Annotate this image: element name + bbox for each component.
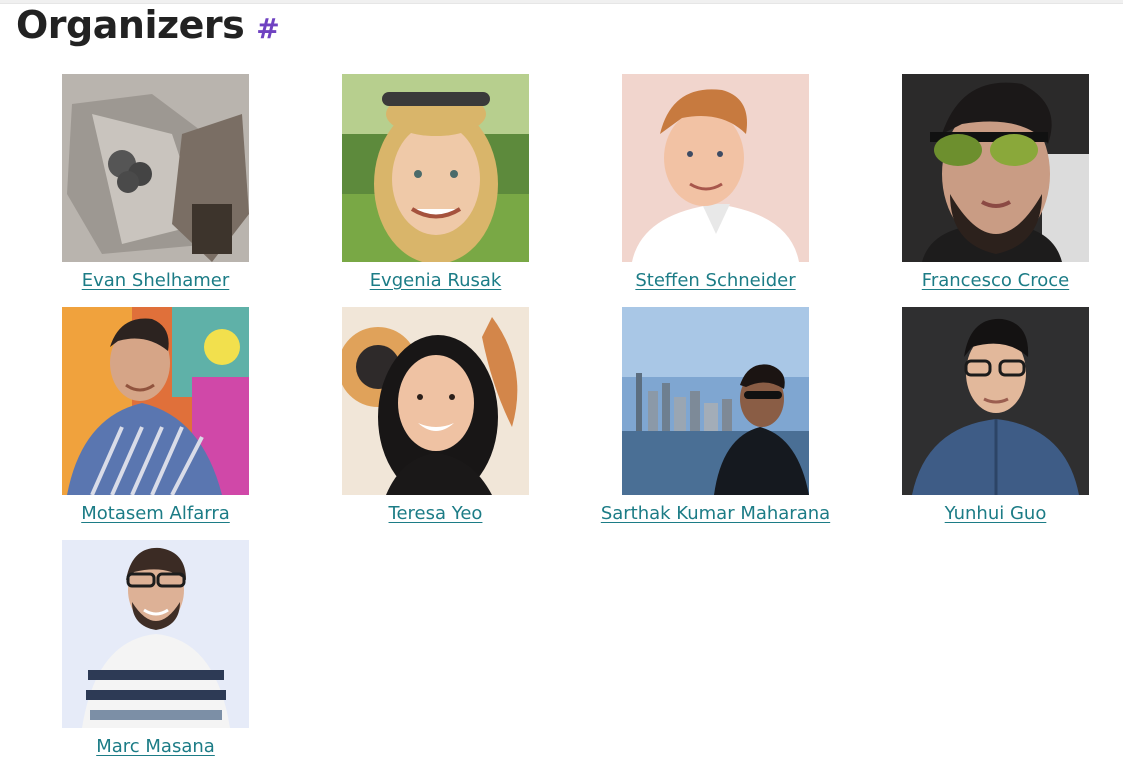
- photo-image: [622, 307, 809, 495]
- photo-image: [902, 307, 1089, 495]
- photo-image: [62, 74, 249, 262]
- organizer-photo[interactable]: [622, 307, 809, 495]
- organizer-card: Evan Shelhamer: [0, 74, 280, 299]
- organizer-photo[interactable]: [62, 74, 249, 262]
- organizer-name-link[interactable]: Evgenia Rusak: [280, 270, 591, 291]
- photo-image: [902, 74, 1089, 262]
- organizer-card: Steffen Schneider: [560, 74, 840, 299]
- organizer-photo[interactable]: [902, 74, 1089, 262]
- organizers-grid: Evan Shelhamer Evgenia Rusak Steffen Sch…: [0, 0, 1123, 762]
- photo-image: [62, 307, 249, 495]
- photo-image: [622, 74, 809, 262]
- organizer-name-link[interactable]: Francesco Croce: [840, 270, 1123, 291]
- organizer-photo[interactable]: [622, 74, 809, 262]
- organizer-name-link[interactable]: Steffen Schneider: [560, 270, 871, 291]
- photo-image: [342, 307, 529, 495]
- organizer-photo[interactable]: [342, 74, 529, 262]
- organizer-photo[interactable]: [62, 307, 249, 495]
- organizer-photo[interactable]: [62, 540, 249, 728]
- organizer-card: Motasem Alfarra: [0, 307, 280, 532]
- organizer-name-link[interactable]: Marc Masana: [0, 736, 311, 757]
- organizer-card: Francesco Croce: [840, 74, 1120, 299]
- photo-image: [342, 74, 529, 262]
- organizer-photo[interactable]: [342, 307, 529, 495]
- organizer-name-link[interactable]: Yunhui Guo: [840, 503, 1123, 524]
- organizer-name-link[interactable]: Teresa Yeo: [280, 503, 591, 524]
- organizer-name-link[interactable]: Evan Shelhamer: [0, 270, 311, 291]
- organizer-photo[interactable]: [902, 307, 1089, 495]
- organizer-name-link[interactable]: Sarthak Kumar Maharana: [560, 503, 871, 524]
- photo-image: [62, 540, 249, 728]
- organizer-card: Yunhui Guo: [840, 307, 1120, 532]
- organizer-card: Marc Masana: [0, 540, 280, 762]
- organizer-card: Teresa Yeo: [280, 307, 560, 532]
- organizer-card: Evgenia Rusak: [280, 74, 560, 299]
- organizer-name-link[interactable]: Motasem Alfarra: [0, 503, 311, 524]
- organizer-card: Sarthak Kumar Maharana: [560, 307, 840, 532]
